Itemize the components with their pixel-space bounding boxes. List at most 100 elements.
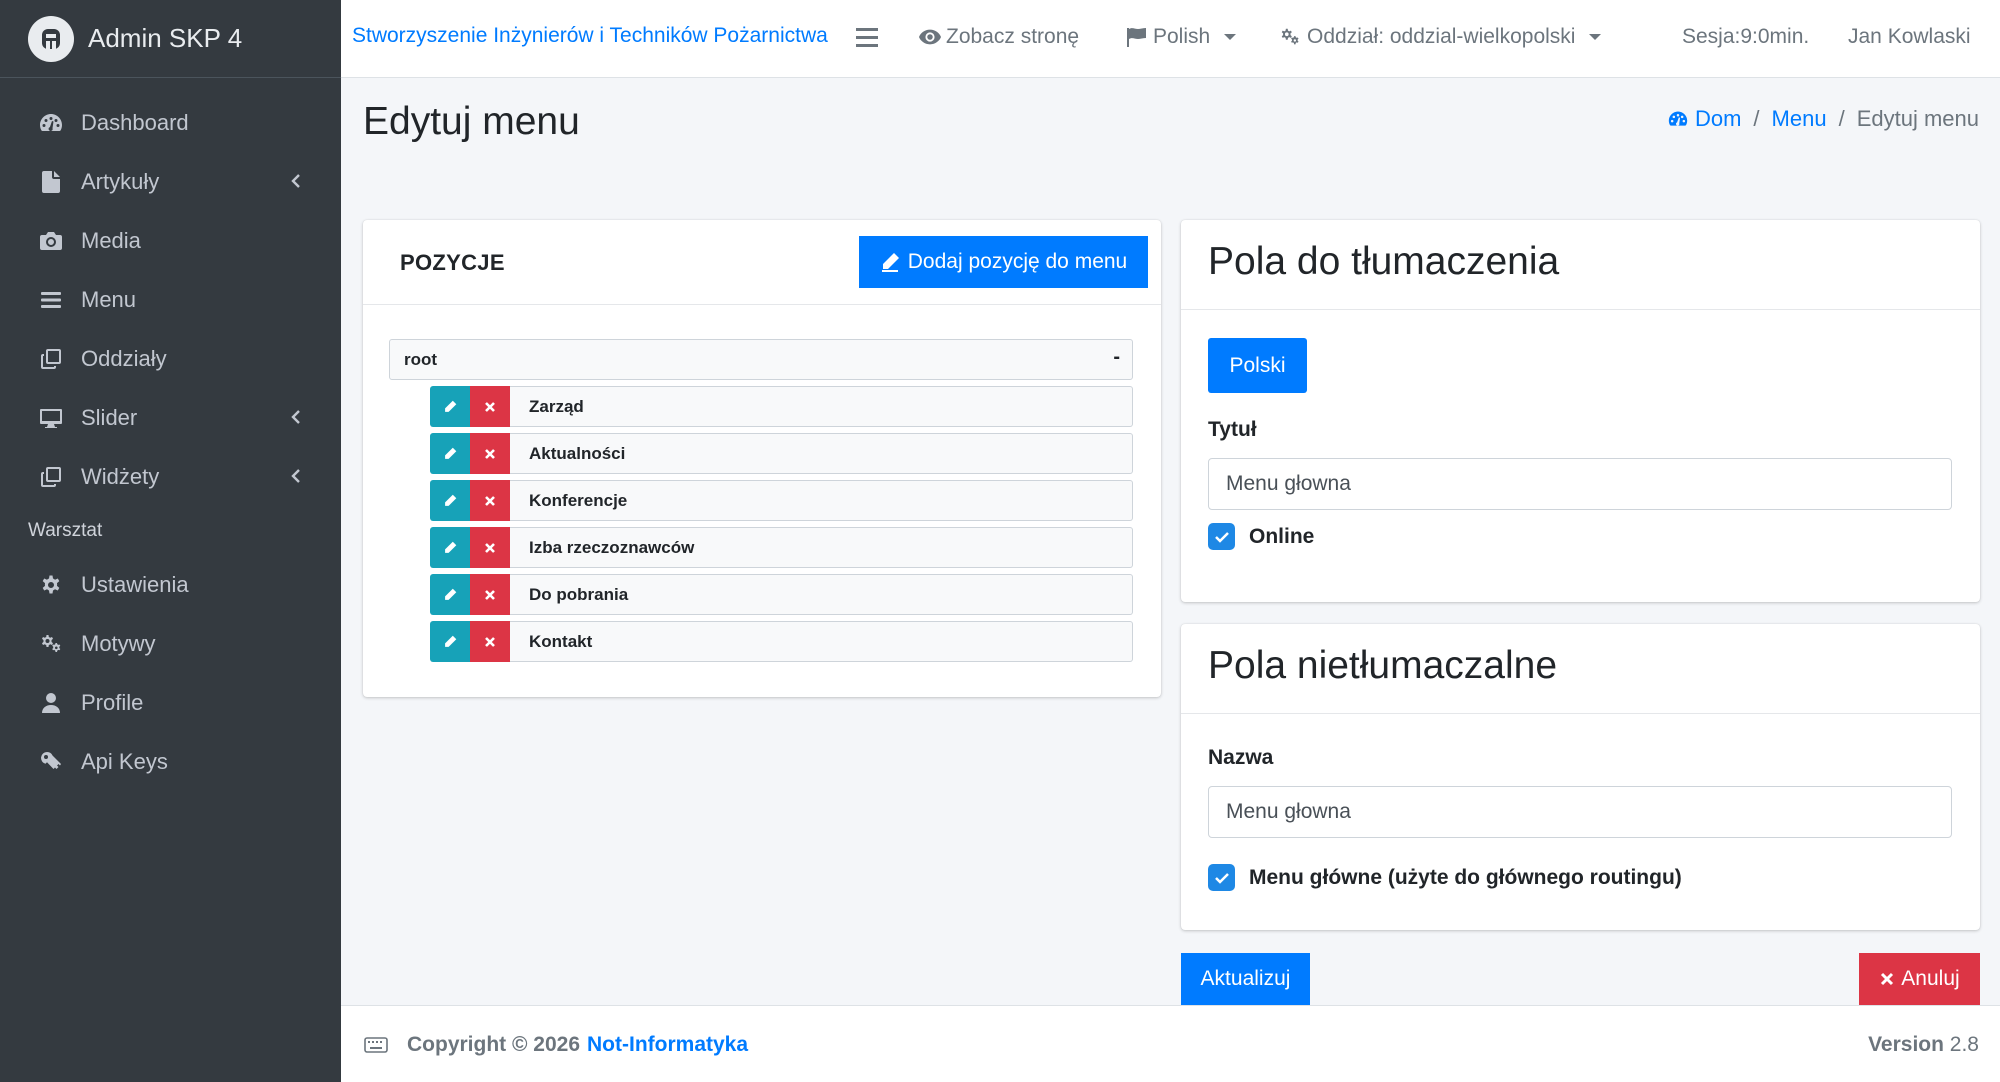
menu-item-label[interactable]: Zarząd (510, 386, 1133, 427)
branch-label: Oddział: oddzial-wielkopolski (1307, 25, 1576, 48)
sidebar-item-media[interactable]: Media (0, 211, 341, 270)
close-icon (484, 448, 496, 460)
tachometer-icon (38, 110, 64, 136)
cancel-label: Anuluj (1901, 967, 1960, 990)
tree-root-label: root (404, 350, 438, 369)
breadcrumb-home[interactable]: Dom (1666, 106, 1741, 132)
camera-icon (38, 228, 64, 254)
edit-item-button[interactable] (430, 621, 470, 662)
branch-dropdown[interactable]: Oddział: oddzial-wielkopolski (1278, 25, 1602, 49)
user-icon (38, 690, 64, 716)
add-menu-item-button[interactable]: Dodaj pozycję do menu (859, 236, 1148, 288)
pencil-icon (443, 494, 457, 508)
menu-item-row[interactable]: Aktualności (430, 433, 1133, 474)
translatable-title: Pola do tłumaczenia (1208, 240, 1560, 283)
add-menu-item-label: Dodaj pozycję do menu (907, 250, 1128, 273)
close-icon (1881, 972, 1894, 986)
copyright-text: Copyright © 2026 (407, 1033, 581, 1056)
brand[interactable]: Admin SKP 4 (0, 0, 341, 78)
delete-item-button[interactable] (470, 574, 510, 615)
sidebar-item-branches[interactable]: Oddziały (0, 329, 341, 388)
edit-item-button[interactable] (430, 574, 470, 615)
menu-item-label[interactable]: Kontakt (510, 621, 1133, 662)
file-icon (38, 169, 64, 195)
tachometer-icon (1668, 111, 1688, 126)
chevron-left-icon (289, 405, 309, 425)
footer: Copyright © 2026 Not-Informatyka Version… (341, 1005, 2000, 1082)
online-checkbox[interactable]: Online (1208, 523, 1314, 550)
sidebar-item-slider[interactable]: Slider (0, 388, 341, 447)
checkmark-icon (1208, 864, 1235, 891)
delete-item-button[interactable] (470, 433, 510, 474)
pencil-icon (443, 400, 457, 414)
breadcrumb-separator: / (1838, 106, 1845, 131)
close-icon (484, 542, 496, 554)
view-site-link[interactable]: Zobacz stronę (919, 25, 1079, 49)
bars-icon (38, 287, 64, 313)
delete-item-button[interactable] (470, 386, 510, 427)
menu-item-row[interactable]: Izba rzeczoznawców (430, 527, 1133, 568)
sidebar-item-menu[interactable]: Menu (0, 270, 341, 329)
delete-item-button[interactable] (470, 621, 510, 662)
delete-item-button[interactable] (470, 527, 510, 568)
menu-item-row[interactable]: Kontakt (430, 621, 1133, 662)
edit-item-button[interactable] (430, 527, 470, 568)
cogs-icon (1281, 28, 1299, 45)
sidebar-item-settings[interactable]: Ustawienia (0, 555, 341, 614)
sidebar-section-header: Warsztat (28, 519, 103, 541)
sidebar-item-label: Api Keys (81, 748, 168, 774)
language-dropdown[interactable]: Polish (1126, 25, 1237, 49)
sidebar-item-label: Dashboard (81, 109, 189, 135)
menu-item-label[interactable]: Do pobrania (510, 574, 1133, 615)
footer-copyright: Copyright © 2026 Not-Informatyka (364, 1033, 748, 1057)
sidebar-item-widgets[interactable]: Widżety (0, 447, 341, 506)
sidebar-item-label: Motywy (81, 630, 156, 656)
menu-item-row[interactable]: Konferencje (430, 480, 1133, 521)
delete-item-button[interactable] (470, 480, 510, 521)
title-input[interactable] (1208, 458, 1952, 510)
cancel-button[interactable]: Anuluj (1859, 953, 1980, 1005)
translatable-fields-card: Pola do tłumaczenia Polski Tytuł Online (1181, 220, 1980, 602)
edit-item-button[interactable] (430, 386, 470, 427)
menu-item-row[interactable]: Do pobrania (430, 574, 1133, 615)
update-button[interactable]: Aktualizuj (1181, 953, 1310, 1005)
collapse-toggle[interactable]: - (1113, 346, 1120, 369)
edit-item-button[interactable] (430, 433, 470, 474)
clone-icon (38, 464, 64, 490)
sidebar-item-dashboard[interactable]: Dashboard (0, 93, 341, 152)
edit-item-button[interactable] (430, 480, 470, 521)
hamburger-menu-icon[interactable] (856, 28, 878, 50)
chevron-left-icon (289, 464, 309, 484)
site-name-link[interactable]: Stworzyszenie Inżynierów i Techników Poż… (352, 24, 828, 48)
main-menu-checkbox[interactable]: Menu główne (użyte do głównego routingu) (1208, 864, 1682, 891)
caret-down-icon (1224, 34, 1237, 40)
main-menu-label: Menu główne (użyte do głównego routingu) (1249, 865, 1682, 889)
tree-root-node[interactable]: root - (389, 339, 1133, 380)
brand-name: Admin SKP 4 (88, 23, 243, 53)
sidebar-item-api-keys[interactable]: Api Keys (0, 732, 341, 791)
sidebar: Admin SKP 4 Dashboard Artykuły Media Men… (0, 0, 341, 1082)
session-timer: Sesja:9:0min. (1682, 25, 1809, 49)
chevron-left-icon (289, 169, 309, 189)
menu-item-label[interactable]: Aktualności (510, 433, 1133, 474)
user-name: Jan Kowlaski (1848, 25, 1971, 48)
sidebar-item-themes[interactable]: Motywy (0, 614, 341, 673)
user-menu[interactable]: Jan Kowlaski (1848, 25, 1971, 49)
title-field-label: Tytuł (1208, 418, 1257, 441)
menu-item-label[interactable]: Izba rzeczoznawców (510, 527, 1133, 568)
non-translatable-title: Pola nietłumaczalne (1208, 644, 1558, 687)
name-input[interactable] (1208, 786, 1952, 838)
language-tab-button[interactable]: Polski (1208, 338, 1307, 393)
version-label: Version (1868, 1033, 1944, 1056)
checkmark-icon (1208, 523, 1235, 550)
pencil-icon (443, 447, 457, 461)
breadcrumb-menu[interactable]: Menu (1772, 106, 1827, 132)
sidebar-item-articles[interactable]: Artykuły (0, 152, 341, 211)
language-label: Polish (1153, 25, 1211, 48)
sidebar-item-profile[interactable]: Profile (0, 673, 341, 732)
company-link[interactable]: Not-Informatyka (587, 1033, 748, 1057)
flag-icon (1127, 28, 1146, 47)
menu-item-row[interactable]: Zarząd (430, 386, 1133, 427)
menu-item-label[interactable]: Konferencje (510, 480, 1133, 521)
close-icon (484, 589, 496, 601)
